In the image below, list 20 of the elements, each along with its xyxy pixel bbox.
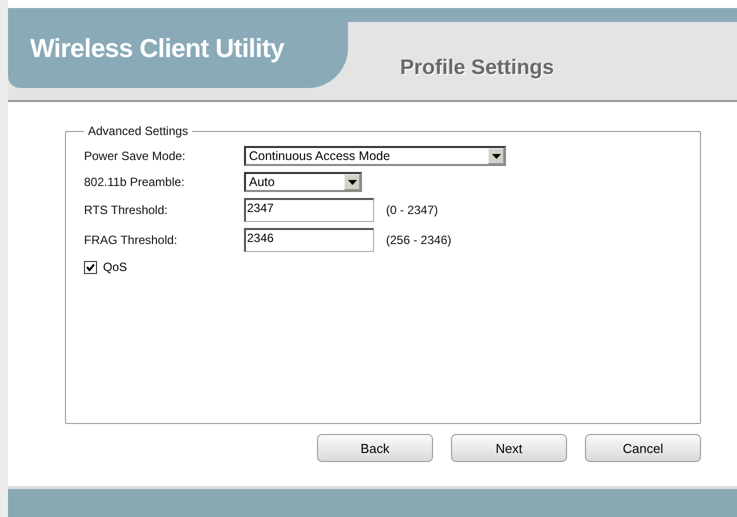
range-hint: (256 - 2346): [386, 233, 452, 247]
input-field[interactable]: 2347: [244, 198, 374, 222]
field-label: RTS Threshold:: [84, 203, 169, 217]
field-label: 802.11b Preamble:: [84, 175, 186, 189]
caret-icon: [492, 154, 500, 158]
dialog-button[interactable]: Next: [451, 434, 567, 462]
dialog-button[interactable]: Back: [317, 434, 433, 462]
field-label: FRAG Threshold:: [84, 233, 178, 247]
field-label: Power Save Mode:: [84, 149, 186, 163]
range-hint: (0 - 2347): [386, 203, 438, 217]
dropdown[interactable]: Auto: [244, 172, 362, 192]
page-title: Profile Settings: [400, 56, 554, 80]
dialog-button[interactable]: Cancel: [585, 434, 701, 462]
app-title: Wireless Client Utility: [30, 32, 284, 64]
checkbox-label: QoS: [103, 260, 128, 274]
input-field[interactable]: 2346: [244, 228, 374, 252]
caret-icon: [348, 180, 356, 184]
dropdown[interactable]: Continuous Access Mode: [244, 146, 506, 166]
checkbox[interactable]: [84, 260, 97, 274]
group-legend: Advanced Settings: [84, 124, 192, 138]
